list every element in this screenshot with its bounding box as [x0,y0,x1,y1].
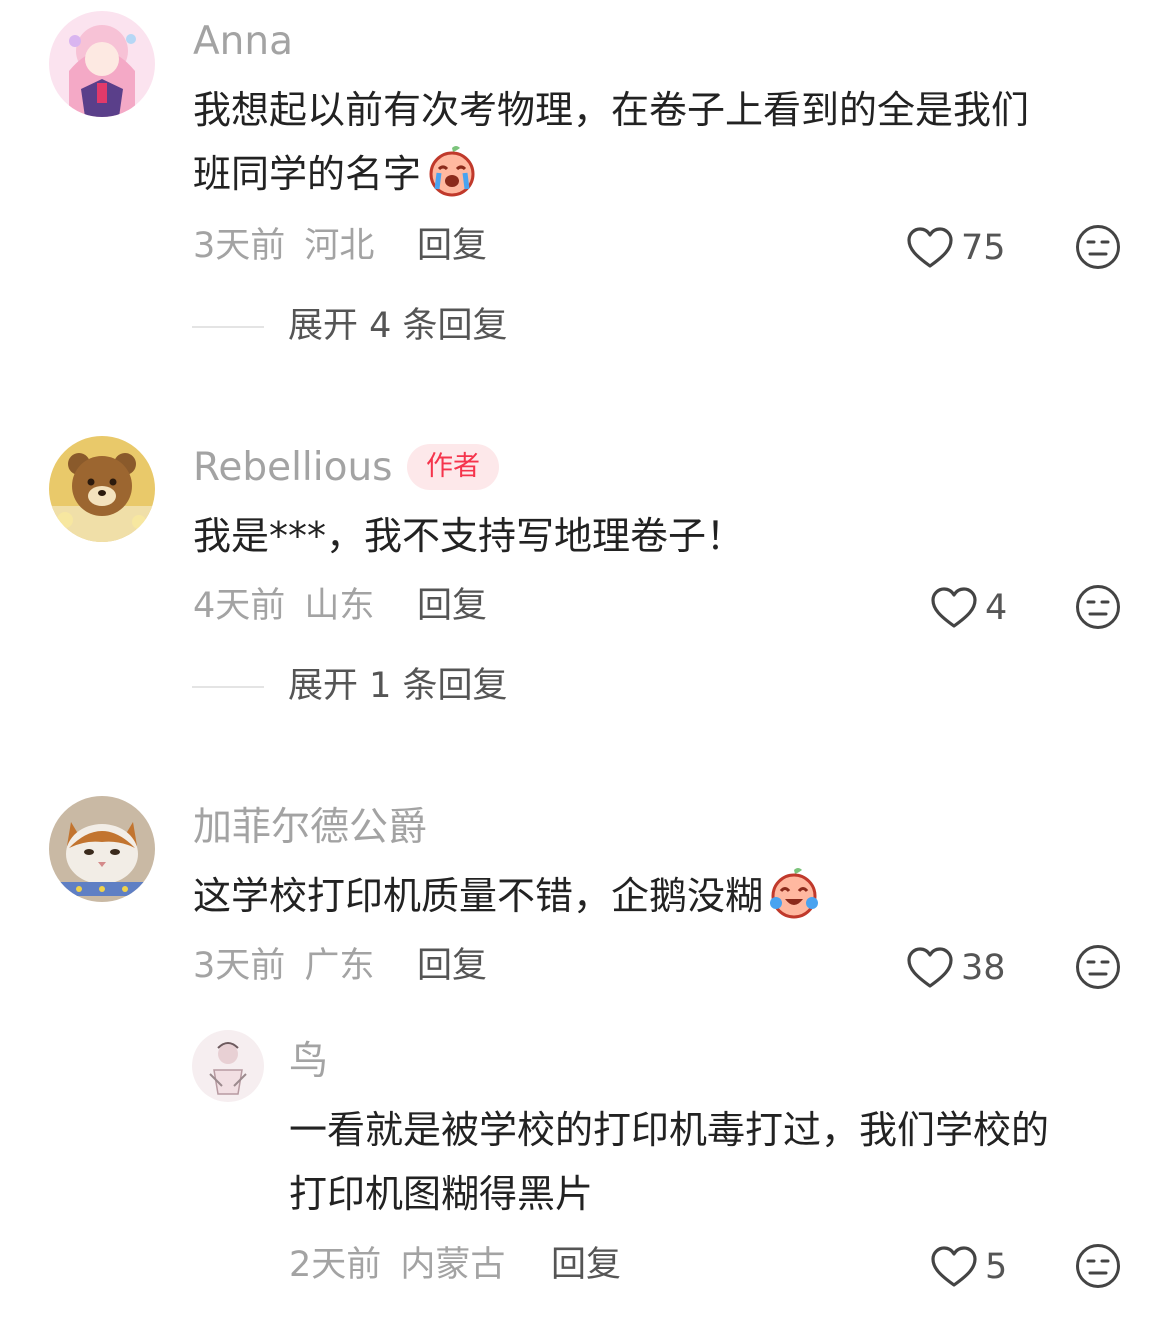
sketch-avatar-icon [192,1030,264,1102]
like-button[interactable]: 4 [930,584,1007,632]
meh-face-icon [1076,585,1120,629]
like-button[interactable]: 75 [906,224,1006,272]
comment-line: 这学校打印机质量不错，企鹅没糊 [193,874,764,918]
comment-line: 打印机图糊得黑片 [289,1172,594,1216]
dislike-button[interactable] [1075,584,1121,630]
like-count: 38 [961,948,1006,988]
comment-location: 河北 [304,226,375,266]
username[interactable]: 加菲尔德公爵 [193,804,427,852]
expand-replies-label: 展开 1 条回复 [288,666,508,706]
comment-location: 山东 [304,586,375,626]
reply-button[interactable]: 回复 [551,1243,621,1287]
comment-item: Rebellious 作者 我是***，我不支持写地理卷子！ 4天前 山东 回复… [0,430,1170,760]
like-button[interactable]: 5 [930,1243,1007,1291]
comment-meta: 3天前 广东 [193,944,374,988]
avatar[interactable] [49,796,155,902]
comment-item: 加菲尔德公爵 这学校打印机质量不错，企鹅没糊 3天前 广东 回复 38 鸟 一看… [0,790,1170,1327]
comment-location: 广东 [304,946,375,986]
avatar[interactable] [49,11,155,117]
comment-text: 我是***，我不支持写地理卷子！ [193,504,744,568]
like-count: 75 [961,228,1006,268]
avatar[interactable] [49,436,155,542]
reply-button[interactable]: 回复 [417,944,487,988]
meh-face-icon [1076,945,1120,989]
comment-line: 我想起以前有次考物理，在卷子上看到的全是我们 [193,88,1030,132]
comment-location: 内蒙古 [400,1245,506,1285]
anime-girl-avatar-icon [49,11,155,117]
meh-face-icon [1076,225,1120,269]
comment-line: 班同学的名字 [193,152,422,196]
comment-line-with-emoji: 班同学的名字 [193,142,1029,206]
comment-meta: 4天前 山东 [193,584,374,628]
like-count: 5 [985,1247,1008,1287]
cat-avatar-icon [49,796,155,902]
crying-peach-emoji-icon [429,146,475,197]
comment-meta: 2天前 内蒙古 [289,1243,505,1287]
bear-avatar-icon [49,436,155,542]
comment-meta: 3天前 河北 [193,224,374,268]
reply-item: 鸟 一看就是被学校的打印机毒打过，我们学校的 打印机图糊得黑片 2天前 内蒙古 … [0,1026,1170,1326]
dislike-button[interactable] [1075,1243,1121,1289]
username[interactable]: 鸟 [289,1038,328,1086]
comment-line: 我是***，我不支持写地理卷子！ [193,514,745,558]
comment-text: 一看就是被学校的打印机毒打过，我们学校的 打印机图糊得黑片 [289,1098,1049,1226]
author-badge: 作者 [407,444,499,490]
divider [192,326,264,328]
comment-time: 4天前 [193,586,286,626]
avatar[interactable] [192,1030,264,1102]
reply-button[interactable]: 回复 [417,584,487,628]
comment-time: 3天前 [193,946,286,986]
heart-outline-icon [907,227,953,268]
reply-button[interactable]: 回复 [417,224,487,268]
comment-text: 我想起以前有次考物理，在卷子上看到的全是我们 班同学的名字 [193,78,1029,206]
comment-text: 这学校打印机质量不错，企鹅没糊 [193,864,821,928]
comment-item: Anna 我想起以前有次考物理，在卷子上看到的全是我们 班同学的名字 3天前 河… [0,0,1170,400]
divider [192,686,264,688]
like-count: 4 [985,588,1008,628]
meh-face-icon [1076,1244,1120,1288]
heart-outline-icon [931,1246,977,1287]
laughing-crying-peach-emoji-icon [770,868,819,919]
expand-replies[interactable]: 展开 1 条回复 [192,664,592,708]
heart-outline-icon [931,587,977,628]
dislike-button[interactable] [1075,944,1121,990]
username[interactable]: Anna [193,18,293,66]
comment-time: 2天前 [289,1245,382,1285]
expand-replies-label: 展开 4 条回复 [288,306,508,346]
comment-line: 一看就是被学校的打印机毒打过，我们学校的 [289,1108,1050,1152]
comment-line-with-emoji: 这学校打印机质量不错，企鹅没糊 [193,864,821,928]
expand-replies[interactable]: 展开 4 条回复 [192,304,592,348]
comment-time: 3天前 [193,226,286,266]
like-button[interactable]: 38 [906,944,1006,992]
username[interactable]: Rebellious [193,444,393,492]
heart-outline-icon [907,947,953,988]
dislike-button[interactable] [1075,224,1121,270]
